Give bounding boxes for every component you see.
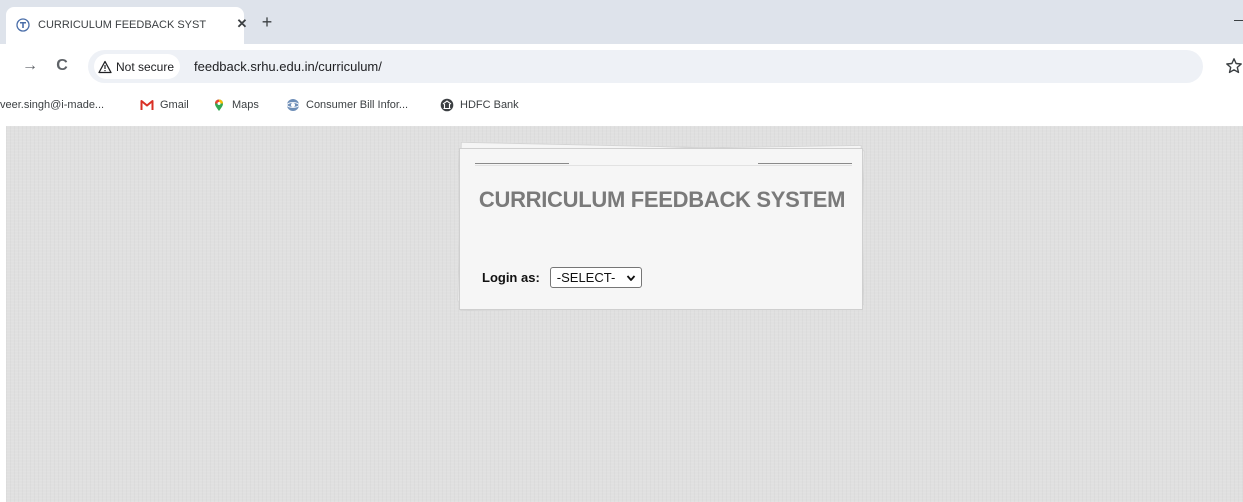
address-bar[interactable]: Not secure feedback.srhu.edu.in/curricul… — [88, 50, 1203, 83]
select-value: -SELECT- — [556, 270, 616, 285]
browser-tab[interactable]: CURRICULUM FEEDBACK SYSTE ✕ — [6, 7, 247, 44]
security-chip[interactable]: Not secure — [94, 54, 181, 79]
bookmark-account[interactable]: veer.singh@i-made... — [0, 97, 104, 113]
tab-strip: CURRICULUM FEEDBACK SYSTE ✕ + — [0, 0, 1243, 44]
bookmark-label: veer.singh@i-made... — [0, 99, 105, 111]
bookmark-label: Gmail — [160, 99, 189, 111]
bookmark-star-icon[interactable] — [1225, 57, 1243, 75]
forward-icon[interactable]: → — [20, 56, 40, 76]
login-label: Login as: — [482, 270, 540, 285]
globe-icon — [286, 99, 300, 111]
site-favicon-icon — [16, 18, 30, 32]
card-divider — [475, 163, 569, 164]
url-text[interactable]: feedback.srhu.edu.in/curriculum/ — [194, 59, 382, 74]
bookmark-maps[interactable]: Maps — [212, 97, 259, 113]
login-card: CURRICULUM FEEDBACK SYSTEM Login as: -SE… — [459, 148, 863, 310]
new-tab-icon[interactable]: + — [258, 13, 276, 32]
close-tab-icon[interactable]: ✕ — [234, 16, 250, 32]
reload-icon[interactable]: C — [52, 56, 72, 76]
login-row: Login as: -SELECT- — [482, 267, 642, 288]
bookmark-hdfc[interactable]: HDFC Bank — [440, 97, 519, 113]
bookmark-gmail[interactable]: Gmail — [140, 97, 189, 113]
bookmarks-bar: veer.singh@i-made... Gmail Maps Consumer… — [0, 90, 1243, 120]
bookmark-label: Maps — [232, 99, 259, 111]
card-divider — [475, 165, 852, 166]
minimize-window-icon[interactable] — [1234, 20, 1243, 21]
gmail-icon — [140, 100, 154, 110]
maps-icon — [215, 99, 223, 111]
browser-toolbar: → C Not secure feedback.srhu.edu.in/curr… — [0, 44, 1243, 90]
bookmark-consumer-bill[interactable]: Consumer Bill Infor... — [286, 97, 408, 113]
warning-icon — [98, 60, 112, 73]
page-title: CURRICULUM FEEDBACK SYSTEM — [478, 187, 846, 212]
tab-title: CURRICULUM FEEDBACK SYSTE — [38, 19, 206, 31]
security-text: Not secure — [116, 59, 175, 74]
login-role-select[interactable]: -SELECT- — [549, 267, 642, 288]
bookmark-label: Consumer Bill Infor... — [306, 99, 409, 111]
page-background: CURRICULUM FEEDBACK SYSTEM Login as: -SE… — [6, 126, 1243, 502]
hdfc-icon — [440, 98, 454, 112]
chevron-down-icon — [626, 275, 635, 281]
bookmark-label: HDFC Bank — [460, 99, 519, 111]
card-divider — [758, 163, 852, 164]
